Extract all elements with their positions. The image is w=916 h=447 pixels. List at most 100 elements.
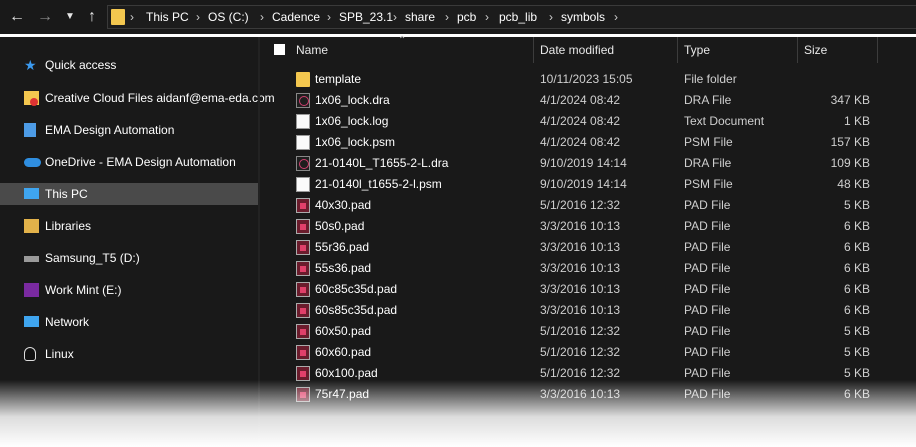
file-row[interactable]: 55s36.pad 3/3/2016 10:13 PAD File 6 KB bbox=[260, 258, 916, 279]
column-divider[interactable] bbox=[797, 37, 798, 63]
address-toolbar: ← → ▼ ↑ › This PC › OS (C:) › Cadence › … bbox=[0, 0, 916, 34]
file-type: PAD File bbox=[684, 261, 731, 275]
chevron-right-icon: › bbox=[549, 10, 553, 24]
forward-arrow-icon[interactable]: → bbox=[34, 6, 56, 28]
nav-item-work-mint[interactable]: Work Mint (E:) bbox=[0, 279, 258, 301]
file-date-modified: 5/1/2016 12:32 bbox=[540, 324, 621, 338]
file-row[interactable]: 40x30.pad 5/1/2016 12:32 PAD File 5 KB bbox=[260, 195, 916, 216]
column-date-modified[interactable]: Date modified bbox=[540, 37, 614, 63]
chevron-right-icon[interactable]: › bbox=[614, 6, 618, 28]
file-date-modified: 5/1/2016 12:32 bbox=[540, 198, 621, 212]
nav-item-this-pc[interactable]: This PC bbox=[0, 183, 258, 205]
nav-item-ema-design-automation[interactable]: EMA Design Automation bbox=[0, 119, 258, 141]
breadcrumb-pcb[interactable]: pcb bbox=[457, 6, 476, 28]
column-name[interactable]: Name bbox=[296, 37, 328, 63]
file-size: 6 KB bbox=[843, 261, 870, 275]
address-bar[interactable]: › This PC › OS (C:) › Cadence › SPB_23.1… bbox=[107, 5, 916, 29]
chevron-right-icon: › bbox=[327, 10, 331, 24]
recent-locations-chevron-icon[interactable]: ▼ bbox=[62, 6, 78, 28]
file-size: 5 KB bbox=[843, 345, 870, 359]
nav-item-quick-access[interactable]: ★ Quick access bbox=[0, 54, 258, 76]
file-row[interactable]: 55r36.pad 3/3/2016 10:13 PAD File 6 KB bbox=[260, 237, 916, 258]
file-row[interactable]: 60x50.pad 5/1/2016 12:32 PAD File 5 KB bbox=[260, 321, 916, 342]
column-divider[interactable] bbox=[677, 37, 678, 63]
pad-file-icon bbox=[296, 324, 310, 339]
file-name: 60x60.pad bbox=[315, 345, 372, 359]
breadcrumb-pcb-lib[interactable]: pcb_lib bbox=[499, 6, 537, 28]
file-name: 1x06_lock.psm bbox=[315, 135, 396, 149]
file-size: 6 KB bbox=[843, 282, 870, 296]
nav-item-creative-cloud[interactable]: Creative Cloud Files aidanf@ema-eda.com bbox=[0, 87, 275, 109]
file-row[interactable]: 1x06_lock.psm 4/1/2024 08:42 PSM File 157 K… bbox=[260, 132, 916, 153]
up-arrow-icon[interactable]: ↑ bbox=[82, 6, 102, 28]
file-date-modified: 4/1/2024 08:42 bbox=[540, 114, 621, 128]
file-name: 21-0140L_T1655-2-L.dra bbox=[315, 156, 449, 170]
breadcrumb-symbols[interactable]: symbols bbox=[561, 6, 605, 28]
file-name: 1x06_lock.dra bbox=[315, 93, 390, 107]
file-size: 5 KB bbox=[843, 324, 870, 338]
file-date-modified: 3/3/2016 10:13 bbox=[540, 240, 621, 254]
file-row[interactable]: 1x06_lock.dra 4/1/2024 08:42 DRA File 347 K… bbox=[260, 90, 916, 111]
file-size: 347 KB bbox=[830, 93, 870, 107]
file-date-modified: 4/1/2024 08:42 bbox=[540, 93, 621, 107]
file-type: PAD File bbox=[684, 324, 731, 338]
file-name: 40x30.pad bbox=[315, 198, 372, 212]
file-size: 5 KB bbox=[843, 198, 870, 212]
dra-file-icon bbox=[296, 156, 310, 171]
file-name: 55s36.pad bbox=[315, 261, 372, 275]
breadcrumb-spb[interactable]: SPB_23.1 bbox=[339, 6, 393, 28]
file-date-modified: 3/3/2016 10:13 bbox=[540, 261, 621, 275]
pad-file-icon bbox=[296, 219, 310, 234]
file-type: PSM File bbox=[684, 135, 733, 149]
pad-file-icon bbox=[296, 303, 310, 318]
breadcrumb-os-c[interactable]: OS (C:) bbox=[208, 6, 249, 28]
breadcrumb-share[interactable]: share bbox=[405, 6, 435, 28]
file-type: PAD File bbox=[684, 240, 731, 254]
column-divider[interactable] bbox=[877, 37, 878, 63]
file-row[interactable]: 60c85c35d.pad 3/3/2016 10:13 PAD File 6 KB bbox=[260, 279, 916, 300]
breadcrumb-cadence[interactable]: Cadence bbox=[272, 6, 320, 28]
file-row[interactable]: 60s85c35d.pad 3/3/2016 10:13 PAD File 6 KB bbox=[260, 300, 916, 321]
pad-file-icon bbox=[296, 366, 310, 381]
back-arrow-icon[interactable]: ← bbox=[6, 6, 28, 28]
nav-item-onedrive[interactable]: OneDrive - EMA Design Automation bbox=[0, 151, 258, 173]
file-type: PAD File bbox=[684, 345, 731, 359]
file-date-modified: 9/10/2019 14:14 bbox=[540, 177, 627, 191]
file-date-modified: 9/10/2019 14:14 bbox=[540, 156, 627, 170]
file-type: File folder bbox=[684, 72, 737, 86]
column-header: Name Date modified Type Size bbox=[260, 37, 916, 63]
file-row[interactable]: 21-0140L_T1655-2-L.dra 9/10/2019 14:14 DRA… bbox=[260, 153, 916, 174]
file-row[interactable]: 21-0140l_t1655-2-l.psm 9/10/2019 14:14 PSM… bbox=[260, 174, 916, 195]
star-icon: ★ bbox=[24, 57, 37, 73]
nav-item-libraries[interactable]: Libraries bbox=[0, 215, 258, 237]
pad-file-icon bbox=[296, 198, 310, 213]
file-type: PAD File bbox=[684, 303, 731, 317]
pad-file-icon bbox=[296, 282, 310, 297]
file-type: PAD File bbox=[684, 198, 731, 212]
chevron-right-icon: › bbox=[130, 10, 134, 24]
nav-item-network[interactable]: Network bbox=[0, 311, 258, 333]
file-size: 6 KB bbox=[843, 219, 870, 233]
library-icon bbox=[24, 219, 39, 233]
sync-error-icon bbox=[30, 98, 38, 106]
file-date-modified: 5/1/2016 12:32 bbox=[540, 345, 621, 359]
pad-file-icon bbox=[296, 261, 310, 276]
file-name: 21-0140l_t1655-2-l.psm bbox=[315, 177, 442, 191]
column-divider[interactable] bbox=[533, 37, 534, 63]
column-size[interactable]: Size bbox=[804, 37, 827, 63]
column-type[interactable]: Type bbox=[684, 37, 710, 63]
file-row[interactable]: 50s0.pad 3/3/2016 10:13 PAD File 6 KB bbox=[260, 216, 916, 237]
nav-item-linux[interactable]: Linux bbox=[0, 343, 258, 365]
file-row[interactable]: 60x60.pad 5/1/2016 12:32 PAD File 5 KB bbox=[260, 342, 916, 363]
breadcrumb-this-pc[interactable]: This PC bbox=[146, 6, 189, 28]
file-row[interactable]: 1x06_lock.log 4/1/2024 08:42 Text Document… bbox=[260, 111, 916, 132]
chevron-right-icon: › bbox=[196, 10, 200, 24]
file-date-modified: 10/11/2023 15:05 bbox=[540, 72, 633, 86]
file-name: 60x50.pad bbox=[315, 324, 372, 338]
file-row[interactable]: template 10/11/2023 15:05 File folder bbox=[260, 69, 916, 90]
file-name: 50s0.pad bbox=[315, 219, 365, 233]
nav-item-samsung-t5[interactable]: Samsung_T5 (D:) bbox=[0, 247, 258, 269]
document-icon bbox=[296, 114, 310, 129]
file-name: 1x06_lock.log bbox=[315, 114, 389, 128]
file-type: DRA File bbox=[684, 156, 732, 170]
